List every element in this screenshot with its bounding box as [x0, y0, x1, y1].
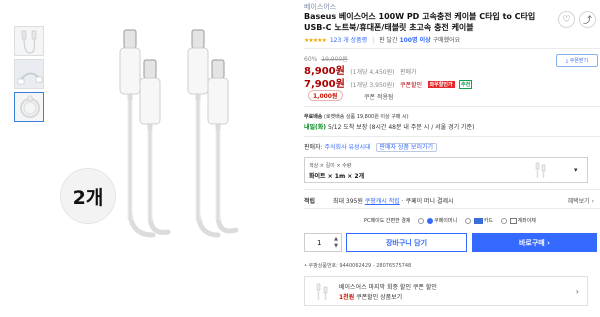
card-icon	[473, 217, 483, 224]
thumbnail-2[interactable]	[14, 59, 44, 89]
payment-options: PC페이도 간편한 결제 쿠페이머니 카드 계좌이체	[364, 217, 536, 224]
free-shipping-condition: (로켓배송 상품 19,800원 이상 구매 시)	[324, 114, 409, 120]
quantity-badge: 2개	[60, 168, 116, 224]
promo-banner[interactable]: 베이스어스 마지막 회종 할인 쿠폰 할인 1천원 쿠폰할인 상품보기 ›	[304, 276, 588, 306]
thumbnail-list	[14, 26, 44, 125]
coupay-logo-icon	[427, 217, 434, 224]
seller-row: 판매자: 주식회사 유성시대 판매자 상품 보러가기	[304, 142, 438, 152]
divider	[304, 106, 600, 107]
divider	[304, 48, 600, 49]
payment-label: PC페이도 간편한 결제	[364, 218, 411, 224]
divider	[304, 208, 600, 209]
delivery-guarantee: 5/12 도착 보장 (8시간 48분 내 주문 시 / 서울 경기 기준)	[327, 124, 475, 131]
payment-coupay[interactable]: 쿠페이머니	[434, 218, 457, 224]
wow-tag: 와우할인가	[427, 80, 455, 88]
option-header: 색상 × 길이 × 수량	[309, 163, 352, 169]
option-thumbnail-icon	[535, 162, 546, 178]
shipping-line-1: 무료배송 (로켓배송 상품 19,800원 이상 구매 시)	[304, 113, 409, 120]
product-info-panel: 베이스어스 Baseus 베이스어스 100W PD 고속충전 케이블 C타입 …	[304, 0, 600, 317]
coupon-price-row: 7,900원 (1개당 3,950원) 쿠폰할인 와우할인가 추천	[304, 75, 473, 90]
product-title: Baseus 베이스어스 100W PD 고속충전 케이블 C타입 to C타입…	[304, 12, 536, 32]
points-label: 적립	[304, 198, 316, 205]
chevron-down-icon[interactable]: ▾	[574, 166, 578, 174]
cash-reward-link[interactable]: 쿠팡캐시 적립	[365, 198, 400, 205]
review-count-link[interactable]: 123 개 상품평	[330, 37, 367, 44]
recommend-tag: 추천	[459, 79, 473, 89]
shipping-line-2: 내일(화) 5/12 도착 보장 (8시간 48분 내 주문 시 / 서울 경기…	[304, 122, 474, 131]
purchase-period: 판 달간	[379, 37, 398, 44]
heart-icon[interactable]: ♡	[558, 11, 575, 28]
delivery-day: 내일(화)	[304, 124, 327, 131]
seller-label: 판매자:	[304, 144, 323, 151]
coupon-label: 쿠폰할인	[399, 82, 423, 89]
coupon-price: 7,900원	[304, 79, 345, 90]
points-max: 최대 395원	[332, 198, 365, 205]
chevron-down-icon[interactable]: ▼	[334, 243, 338, 250]
purchase-count: 100명 이상	[399, 37, 431, 44]
coupon-download-button[interactable]: ⤓ 쿠폰받기	[556, 54, 598, 67]
payment-transfer[interactable]: 계좌이체	[518, 218, 536, 224]
coupon-applied-note: 쿠폰 적용됨	[364, 94, 394, 101]
quantity-value[interactable]: 1	[317, 239, 321, 247]
thumbnail-1[interactable]	[14, 26, 44, 56]
quantity-stepper[interactable]: 1 ▲ ▼	[304, 233, 342, 252]
option-select[interactable]: 색상 × 길이 × 수량 화이트 × 1m × 2개 ▾	[304, 157, 588, 183]
rating-row: ★★★★★ 123 개 상품평 | 판 달간 100명 이상 구매했어요	[304, 37, 461, 44]
benefits-link[interactable]: 혜택보기 ›	[568, 196, 594, 205]
chevron-up-icon[interactable]: ▲	[334, 236, 338, 243]
points-row: 적립 최대 395원 쿠팡캐시 적립 · 쿠페이 머니 결제시	[304, 196, 454, 205]
divider	[304, 136, 600, 137]
promo-amount: 1천원	[339, 294, 355, 301]
promo-thumbnail-icon	[316, 283, 328, 300]
payment-radio-card[interactable]	[464, 217, 471, 224]
buy-now-button[interactable]: 바로구매 ›	[472, 233, 597, 252]
add-to-cart-button[interactable]: 장바구니 담기	[346, 233, 467, 252]
payment-radio-coupay[interactable]	[418, 217, 425, 224]
seller-products-button[interactable]: 판매자 상품 보러가기	[375, 143, 438, 152]
payment-card[interactable]: 카드	[484, 218, 493, 224]
free-shipping-label: 무료배송	[304, 114, 323, 120]
promo-text: 쿠폰할인 상품보기	[354, 294, 403, 301]
share-icon[interactable]: ⤴	[579, 11, 596, 28]
star-rating-icon: ★★★★★	[304, 37, 327, 44]
coupon-unit-price: (1개당 3,950원)	[350, 82, 395, 89]
payment-radio-transfer[interactable]	[500, 217, 507, 224]
option-selected-value: 화이트 × 1m × 2개	[309, 173, 365, 180]
bank-icon	[509, 217, 517, 224]
divider	[304, 189, 600, 190]
product-code: • 쿠팡상품번호: 9440062429 - 28076575748	[304, 263, 412, 269]
main-product-image: 2개	[58, 20, 288, 250]
quantity-arrows: ▲ ▼	[334, 236, 338, 250]
seller-name-link[interactable]: 주식회사 유성시대	[325, 144, 371, 151]
chevron-right-icon[interactable]: ›	[576, 287, 579, 296]
promo-title: 베이스어스 마지막 회종 할인 쿠폰 할인	[339, 284, 437, 291]
promo-subtitle: 1천원 쿠폰할인 상품보기	[339, 292, 402, 301]
purchase-suffix: 구매했어요	[432, 37, 461, 44]
thumbnail-3[interactable]	[14, 92, 44, 122]
points-suffix: · 쿠페이 머니 결제시	[399, 198, 454, 205]
coupon-amount-chip: 1,000원	[308, 90, 343, 101]
